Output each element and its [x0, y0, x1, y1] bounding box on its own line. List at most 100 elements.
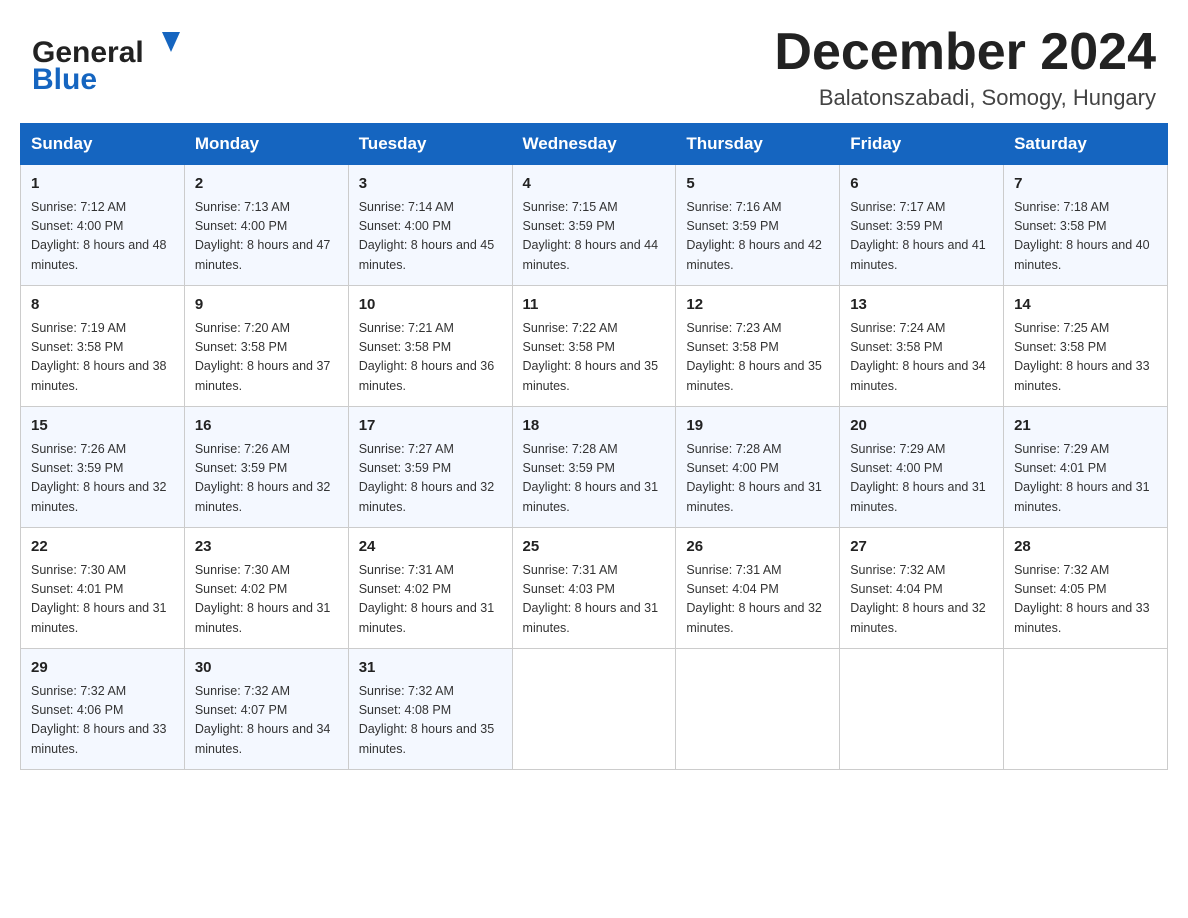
day-number: 9: [195, 294, 338, 317]
day-info: Sunrise: 7:15 AMSunset: 3:59 PMDaylight:…: [523, 198, 666, 276]
day-info: Sunrise: 7:25 AMSunset: 3:58 PMDaylight:…: [1014, 319, 1157, 397]
calendar-cell: 1Sunrise: 7:12 AMSunset: 4:00 PMDaylight…: [21, 165, 185, 286]
day-number: 27: [850, 536, 993, 559]
day-info: Sunrise: 7:27 AMSunset: 3:59 PMDaylight:…: [359, 440, 502, 518]
weekday-header-saturday: Saturday: [1004, 124, 1168, 165]
calendar-cell: 20Sunrise: 7:29 AMSunset: 4:00 PMDayligh…: [840, 407, 1004, 528]
calendar-cell: 19Sunrise: 7:28 AMSunset: 4:00 PMDayligh…: [676, 407, 840, 528]
day-number: 5: [686, 173, 829, 196]
calendar-cell: 4Sunrise: 7:15 AMSunset: 3:59 PMDaylight…: [512, 165, 676, 286]
calendar-cell: 7Sunrise: 7:18 AMSunset: 3:58 PMDaylight…: [1004, 165, 1168, 286]
day-info: Sunrise: 7:31 AMSunset: 4:03 PMDaylight:…: [523, 561, 666, 639]
calendar-cell: 24Sunrise: 7:31 AMSunset: 4:02 PMDayligh…: [348, 528, 512, 649]
day-info: Sunrise: 7:28 AMSunset: 4:00 PMDaylight:…: [686, 440, 829, 518]
day-number: 4: [523, 173, 666, 196]
day-number: 23: [195, 536, 338, 559]
calendar-cell: 23Sunrise: 7:30 AMSunset: 4:02 PMDayligh…: [184, 528, 348, 649]
calendar-cell: 12Sunrise: 7:23 AMSunset: 3:58 PMDayligh…: [676, 286, 840, 407]
day-number: 24: [359, 536, 502, 559]
day-number: 19: [686, 415, 829, 438]
day-info: Sunrise: 7:13 AMSunset: 4:00 PMDaylight:…: [195, 198, 338, 276]
calendar-cell: 9Sunrise: 7:20 AMSunset: 3:58 PMDaylight…: [184, 286, 348, 407]
calendar-week-row: 22Sunrise: 7:30 AMSunset: 4:01 PMDayligh…: [21, 528, 1168, 649]
calendar-table: SundayMondayTuesdayWednesdayThursdayFrid…: [20, 123, 1168, 770]
calendar-week-row: 15Sunrise: 7:26 AMSunset: 3:59 PMDayligh…: [21, 407, 1168, 528]
day-number: 2: [195, 173, 338, 196]
day-info: Sunrise: 7:26 AMSunset: 3:59 PMDaylight:…: [195, 440, 338, 518]
day-number: 22: [31, 536, 174, 559]
month-title: December 2024: [774, 24, 1156, 81]
calendar-cell: 30Sunrise: 7:32 AMSunset: 4:07 PMDayligh…: [184, 649, 348, 770]
day-number: 20: [850, 415, 993, 438]
calendar-cell: 28Sunrise: 7:32 AMSunset: 4:05 PMDayligh…: [1004, 528, 1168, 649]
day-number: 30: [195, 657, 338, 680]
calendar-cell: 3Sunrise: 7:14 AMSunset: 4:00 PMDaylight…: [348, 165, 512, 286]
day-info: Sunrise: 7:32 AMSunset: 4:08 PMDaylight:…: [359, 682, 502, 760]
calendar-week-row: 1Sunrise: 7:12 AMSunset: 4:00 PMDaylight…: [21, 165, 1168, 286]
day-number: 21: [1014, 415, 1157, 438]
calendar-week-row: 8Sunrise: 7:19 AMSunset: 3:58 PMDaylight…: [21, 286, 1168, 407]
day-info: Sunrise: 7:31 AMSunset: 4:02 PMDaylight:…: [359, 561, 502, 639]
day-info: Sunrise: 7:32 AMSunset: 4:05 PMDaylight:…: [1014, 561, 1157, 639]
calendar-cell: 13Sunrise: 7:24 AMSunset: 3:58 PMDayligh…: [840, 286, 1004, 407]
day-info: Sunrise: 7:23 AMSunset: 3:58 PMDaylight:…: [686, 319, 829, 397]
day-number: 17: [359, 415, 502, 438]
day-number: 31: [359, 657, 502, 680]
location: Balatonszabadi, Somogy, Hungary: [774, 85, 1156, 111]
day-number: 28: [1014, 536, 1157, 559]
weekday-header-tuesday: Tuesday: [348, 124, 512, 165]
day-number: 16: [195, 415, 338, 438]
day-info: Sunrise: 7:32 AMSunset: 4:04 PMDaylight:…: [850, 561, 993, 639]
day-info: Sunrise: 7:32 AMSunset: 4:07 PMDaylight:…: [195, 682, 338, 760]
day-number: 15: [31, 415, 174, 438]
day-info: Sunrise: 7:28 AMSunset: 3:59 PMDaylight:…: [523, 440, 666, 518]
calendar-week-row: 29Sunrise: 7:32 AMSunset: 4:06 PMDayligh…: [21, 649, 1168, 770]
calendar-cell: 14Sunrise: 7:25 AMSunset: 3:58 PMDayligh…: [1004, 286, 1168, 407]
day-number: 13: [850, 294, 993, 317]
day-info: Sunrise: 7:16 AMSunset: 3:59 PMDaylight:…: [686, 198, 829, 276]
day-info: Sunrise: 7:30 AMSunset: 4:02 PMDaylight:…: [195, 561, 338, 639]
calendar-cell: 5Sunrise: 7:16 AMSunset: 3:59 PMDaylight…: [676, 165, 840, 286]
calendar-cell: 25Sunrise: 7:31 AMSunset: 4:03 PMDayligh…: [512, 528, 676, 649]
day-info: Sunrise: 7:21 AMSunset: 3:58 PMDaylight:…: [359, 319, 502, 397]
calendar-cell: [676, 649, 840, 770]
weekday-header-thursday: Thursday: [676, 124, 840, 165]
day-info: Sunrise: 7:30 AMSunset: 4:01 PMDaylight:…: [31, 561, 174, 639]
day-info: Sunrise: 7:17 AMSunset: 3:59 PMDaylight:…: [850, 198, 993, 276]
day-number: 7: [1014, 173, 1157, 196]
calendar-cell: 17Sunrise: 7:27 AMSunset: 3:59 PMDayligh…: [348, 407, 512, 528]
day-number: 8: [31, 294, 174, 317]
calendar-cell: 29Sunrise: 7:32 AMSunset: 4:06 PMDayligh…: [21, 649, 185, 770]
calendar-cell: [512, 649, 676, 770]
svg-text:Blue: Blue: [32, 63, 97, 94]
day-number: 14: [1014, 294, 1157, 317]
calendar-cell: 2Sunrise: 7:13 AMSunset: 4:00 PMDaylight…: [184, 165, 348, 286]
day-info: Sunrise: 7:18 AMSunset: 3:58 PMDaylight:…: [1014, 198, 1157, 276]
title-block: December 2024 Balatonszabadi, Somogy, Hu…: [774, 24, 1156, 111]
calendar-cell: 6Sunrise: 7:17 AMSunset: 3:59 PMDaylight…: [840, 165, 1004, 286]
day-number: 25: [523, 536, 666, 559]
day-info: Sunrise: 7:31 AMSunset: 4:04 PMDaylight:…: [686, 561, 829, 639]
day-info: Sunrise: 7:24 AMSunset: 3:58 PMDaylight:…: [850, 319, 993, 397]
calendar-cell: 10Sunrise: 7:21 AMSunset: 3:58 PMDayligh…: [348, 286, 512, 407]
calendar-wrapper: SundayMondayTuesdayWednesdayThursdayFrid…: [0, 123, 1188, 790]
day-info: Sunrise: 7:14 AMSunset: 4:00 PMDaylight:…: [359, 198, 502, 276]
day-number: 12: [686, 294, 829, 317]
calendar-cell: 21Sunrise: 7:29 AMSunset: 4:01 PMDayligh…: [1004, 407, 1168, 528]
calendar-cell: 31Sunrise: 7:32 AMSunset: 4:08 PMDayligh…: [348, 649, 512, 770]
calendar-cell: 15Sunrise: 7:26 AMSunset: 3:59 PMDayligh…: [21, 407, 185, 528]
day-info: Sunrise: 7:26 AMSunset: 3:59 PMDaylight:…: [31, 440, 174, 518]
page-header: General Blue December 2024 Balatonszabad…: [0, 0, 1188, 123]
day-number: 10: [359, 294, 502, 317]
calendar-cell: [840, 649, 1004, 770]
calendar-cell: 16Sunrise: 7:26 AMSunset: 3:59 PMDayligh…: [184, 407, 348, 528]
day-number: 26: [686, 536, 829, 559]
day-info: Sunrise: 7:22 AMSunset: 3:58 PMDaylight:…: [523, 319, 666, 397]
day-number: 29: [31, 657, 174, 680]
day-number: 11: [523, 294, 666, 317]
day-info: Sunrise: 7:19 AMSunset: 3:58 PMDaylight:…: [31, 319, 174, 397]
day-info: Sunrise: 7:32 AMSunset: 4:06 PMDaylight:…: [31, 682, 174, 760]
calendar-cell: [1004, 649, 1168, 770]
day-number: 18: [523, 415, 666, 438]
calendar-cell: 26Sunrise: 7:31 AMSunset: 4:04 PMDayligh…: [676, 528, 840, 649]
